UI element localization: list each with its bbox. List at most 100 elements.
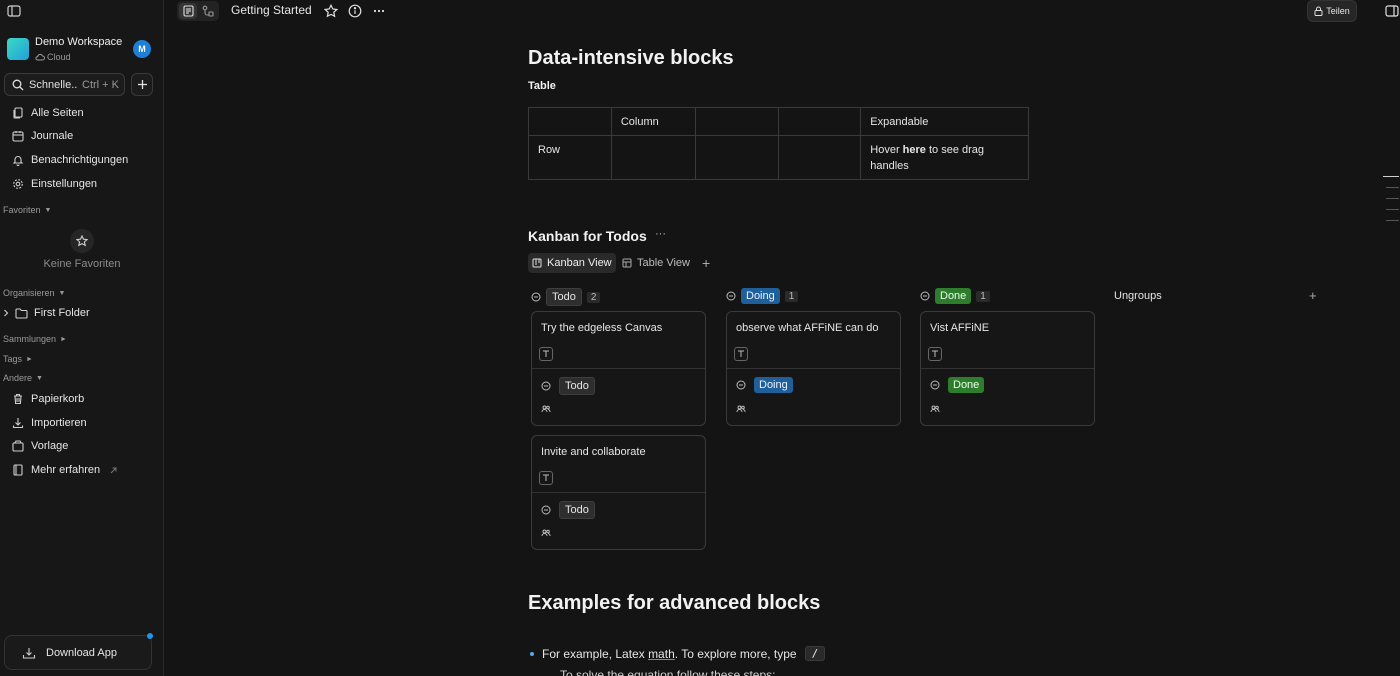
page-title[interactable]: Getting Started: [231, 3, 312, 17]
section-label: Organisieren: [3, 288, 55, 298]
card-title[interactable]: Try the edgeless Canvas: [541, 322, 662, 334]
heading-kanban: Kanban for Todos: [528, 228, 647, 244]
sidebar-item-label: Einstellungen: [31, 178, 98, 190]
status-icon: [736, 380, 746, 390]
edgeless-mode-button[interactable]: [199, 3, 217, 19]
card-title[interactable]: Invite and collaborate: [541, 446, 646, 458]
download-app-button[interactable]: Download App: [4, 635, 152, 670]
quick-search[interactable]: Schnelle... Ctrl + K: [4, 73, 125, 96]
card-divider: [532, 492, 705, 493]
math-link[interactable]: math: [648, 647, 675, 661]
lock-icon: [1314, 6, 1323, 16]
table-cell[interactable]: [777, 107, 862, 136]
sidebar-item-trash[interactable]: Papierkorb: [12, 390, 84, 408]
info-icon[interactable]: [348, 4, 362, 18]
tags-section-header[interactable]: Tags ►: [3, 354, 33, 364]
card-status[interactable]: Doing: [736, 377, 793, 393]
card-status[interactable]: Todo: [541, 377, 595, 395]
bullet-text: For example, Latex math. To explore more…: [542, 647, 797, 661]
sidebar-item-first-folder[interactable]: First Folder: [3, 307, 90, 319]
bell-icon: [12, 154, 24, 166]
table-cell[interactable]: [694, 135, 779, 180]
section-label: Favoriten: [3, 205, 41, 215]
kanban-card[interactable]: Try the edgeless Canvas Todo: [531, 311, 706, 426]
new-page-button[interactable]: [131, 73, 153, 96]
folder-icon: [15, 307, 28, 319]
block-more-button[interactable]: ···: [655, 228, 666, 240]
table-cell[interactable]: [610, 135, 696, 180]
sidebar-item-notifications[interactable]: Benachrichtigungen: [12, 151, 128, 169]
avatar[interactable]: M: [133, 40, 151, 58]
sidebar-item-template[interactable]: Vorlage: [12, 437, 68, 455]
table-cell[interactable]: [528, 107, 612, 136]
table-cell[interactable]: [777, 135, 862, 180]
hover-text-pre: Hover: [870, 144, 903, 156]
sidebar-item-label: Alle Seiten: [31, 107, 84, 119]
calendar-icon: [12, 130, 24, 142]
kanban-card[interactable]: observe what AFFiNE can do Doing: [726, 311, 901, 426]
cloud-icon: [35, 53, 45, 61]
mode-switcher: [177, 1, 219, 21]
workspace-name: Demo Workspace: [35, 36, 123, 48]
pages-icon: [12, 107, 24, 119]
card-status[interactable]: Todo: [541, 501, 595, 519]
bullet-text-post: . To explore more, type: [674, 646, 797, 661]
star-icon[interactable]: [324, 4, 338, 18]
download-icon: [22, 647, 36, 659]
table-cell[interactable]: [694, 107, 779, 136]
list-item[interactable]: For example, Latex math. To explore more…: [530, 646, 826, 661]
workspace-switcher[interactable]: Demo Workspace Cloud M: [7, 36, 157, 64]
table-cell[interactable]: Column: [610, 107, 696, 136]
sidebar: Demo Workspace Cloud M Schnelle... Ctrl …: [0, 0, 164, 676]
table-cell[interactable]: Hover here to see drag handles: [860, 135, 1029, 180]
kanban-column-todo[interactable]: Todo 2: [531, 288, 601, 306]
table-cell[interactable]: Expandable: [860, 107, 1029, 136]
sidebar-item-label: Papierkorb: [31, 393, 85, 405]
tab-table-view[interactable]: Table View: [618, 253, 694, 273]
add-group-button[interactable]: +: [1309, 288, 1317, 303]
heading-table: Table: [528, 80, 556, 92]
card-title[interactable]: Vist AFFiNE: [930, 322, 989, 334]
people-icon: [930, 405, 940, 413]
plus-icon: [137, 79, 148, 90]
sidebar-toggle-icon[interactable]: [7, 4, 21, 18]
sidebar-item-import[interactable]: Importieren: [12, 414, 87, 432]
others-section-header[interactable]: Andere ▼: [3, 373, 43, 383]
column-count: 1: [976, 290, 990, 302]
right-panel-toggle-icon[interactable]: [1385, 4, 1399, 18]
more-icon[interactable]: [372, 4, 386, 18]
column-count: 2: [586, 291, 601, 303]
table-cell[interactable]: Row: [528, 135, 612, 180]
tab-kanban-view[interactable]: Kanban View: [528, 253, 616, 273]
sidebar-item-settings[interactable]: Einstellungen: [12, 175, 97, 193]
card-title[interactable]: observe what AFFiNE can do: [736, 322, 878, 334]
kanban-column-done[interactable]: Done 1: [920, 288, 990, 304]
sidebar-item-all-pages[interactable]: Alle Seiten: [12, 104, 84, 122]
kanban-column-ungroups[interactable]: Ungroups: [1114, 290, 1162, 302]
bullet-text-pre: For example, Latex: [542, 646, 649, 661]
people-icon: [736, 405, 746, 413]
kanban-card[interactable]: Invite and collaborate Todo: [531, 435, 706, 550]
external-link-icon: [107, 464, 119, 476]
card-status[interactable]: Done: [930, 377, 985, 393]
add-view-button[interactable]: +: [702, 255, 710, 271]
page-mode-button[interactable]: [179, 3, 197, 19]
collections-section-header[interactable]: Sammlungen ►: [3, 334, 67, 344]
share-button[interactable]: Teilen: [1307, 0, 1357, 22]
sidebar-item-learn-more[interactable]: Mehr erfahren: [12, 461, 119, 479]
favorites-empty: Keine Favoriten: [0, 229, 164, 270]
caret-right-icon: ►: [60, 335, 67, 343]
organize-section-header[interactable]: Organisieren ▼: [3, 288, 65, 298]
table-of-contents-indicator[interactable]: [1383, 176, 1399, 231]
kanban-card[interactable]: Vist AFFiNE Done: [920, 311, 1095, 426]
sidebar-item-journals[interactable]: Journale: [12, 127, 73, 145]
favorites-section-header[interactable]: Favoriten ▼: [3, 205, 51, 215]
workspace-sync-status: Cloud: [35, 52, 71, 62]
kanban-column-doing[interactable]: Doing 1: [726, 288, 799, 304]
section-label: Sammlungen: [3, 334, 57, 344]
text-property-icon: [928, 347, 942, 361]
caret-down-icon: ▼: [58, 289, 66, 297]
gear-icon: [12, 178, 24, 190]
chevron-right-icon[interactable]: [3, 309, 9, 317]
caret-right-icon: ►: [26, 355, 33, 363]
